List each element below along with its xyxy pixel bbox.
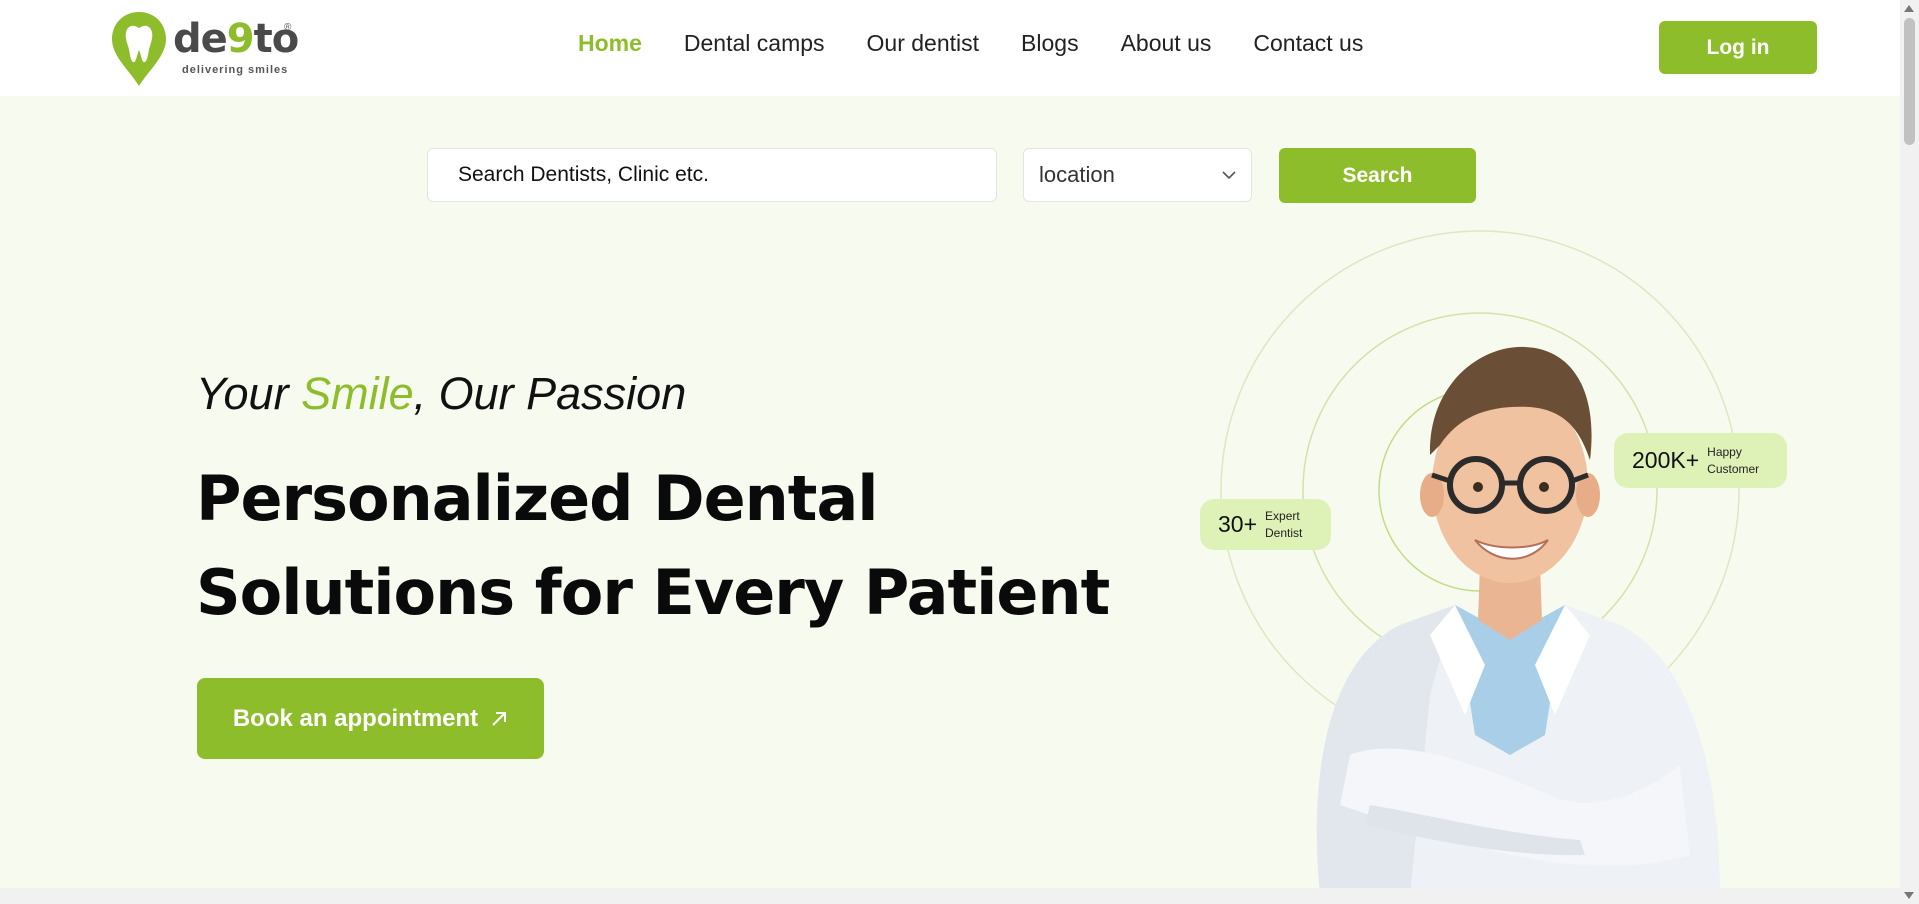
nav-about-us[interactable]: About us [1121,30,1212,57]
hero-tagline: Your Smile, Our Passion [196,368,687,419]
scroll-thumb[interactable] [1904,18,1915,145]
main-nav: Home Dental camps Our dentist Blogs Abou… [578,30,1363,57]
stat-number: 30+ [1218,511,1258,537]
tooth-pin-icon [112,12,166,86]
section-divider [0,888,1900,904]
stat-label: Expert Dentist [1265,508,1303,540]
book-appointment-button[interactable]: Book an appointment [197,678,544,759]
book-appointment-label: Book an appointment [232,704,479,732]
doctor-image [1316,346,1720,895]
chevron-down-icon [1222,170,1236,179]
nav-home[interactable]: Home [578,30,642,57]
location-value: location [1039,162,1115,187]
nav-blogs[interactable]: Blogs [1021,30,1079,57]
search-input[interactable] [427,148,997,202]
stat-badge-expert-dentist: 30+ Expert Dentist [1200,499,1331,550]
page: de9to ® delivering smiles Home Dental ca… [0,0,1900,904]
hero-headline: Personalized Dental Solutions for Every … [196,452,1110,640]
registered-mark: ® [284,22,292,33]
headline-line-2: Solutions for Every Patient [196,556,1110,629]
header: de9to ® delivering smiles Home Dental ca… [0,0,1900,96]
headline-line-1: Personalized Dental [196,462,879,535]
stat-label: Happy Customer [1707,444,1760,476]
location-select[interactable]: location [1023,148,1252,202]
logo-wordmark: de9to [173,16,299,62]
scroll-up-arrow[interactable] [1904,5,1914,12]
search-button[interactable]: Search [1279,148,1476,203]
login-button[interactable]: Log in [1659,21,1817,74]
nav-our-dentist[interactable]: Our dentist [867,30,980,57]
stat-badge-happy-customer: 200K+ Happy Customer [1614,433,1787,488]
nav-dental-camps[interactable]: Dental camps [684,30,825,57]
logo-tagline: delivering smiles [182,64,289,76]
logo[interactable]: de9to ® delivering smiles [110,8,300,88]
scroll-down-arrow[interactable] [1904,892,1914,899]
stat-number: 200K+ [1632,447,1700,473]
arrow-up-right-icon [492,711,507,726]
page-scrollbar[interactable] [1900,0,1919,904]
nav-contact-us[interactable]: Contact us [1253,30,1363,57]
